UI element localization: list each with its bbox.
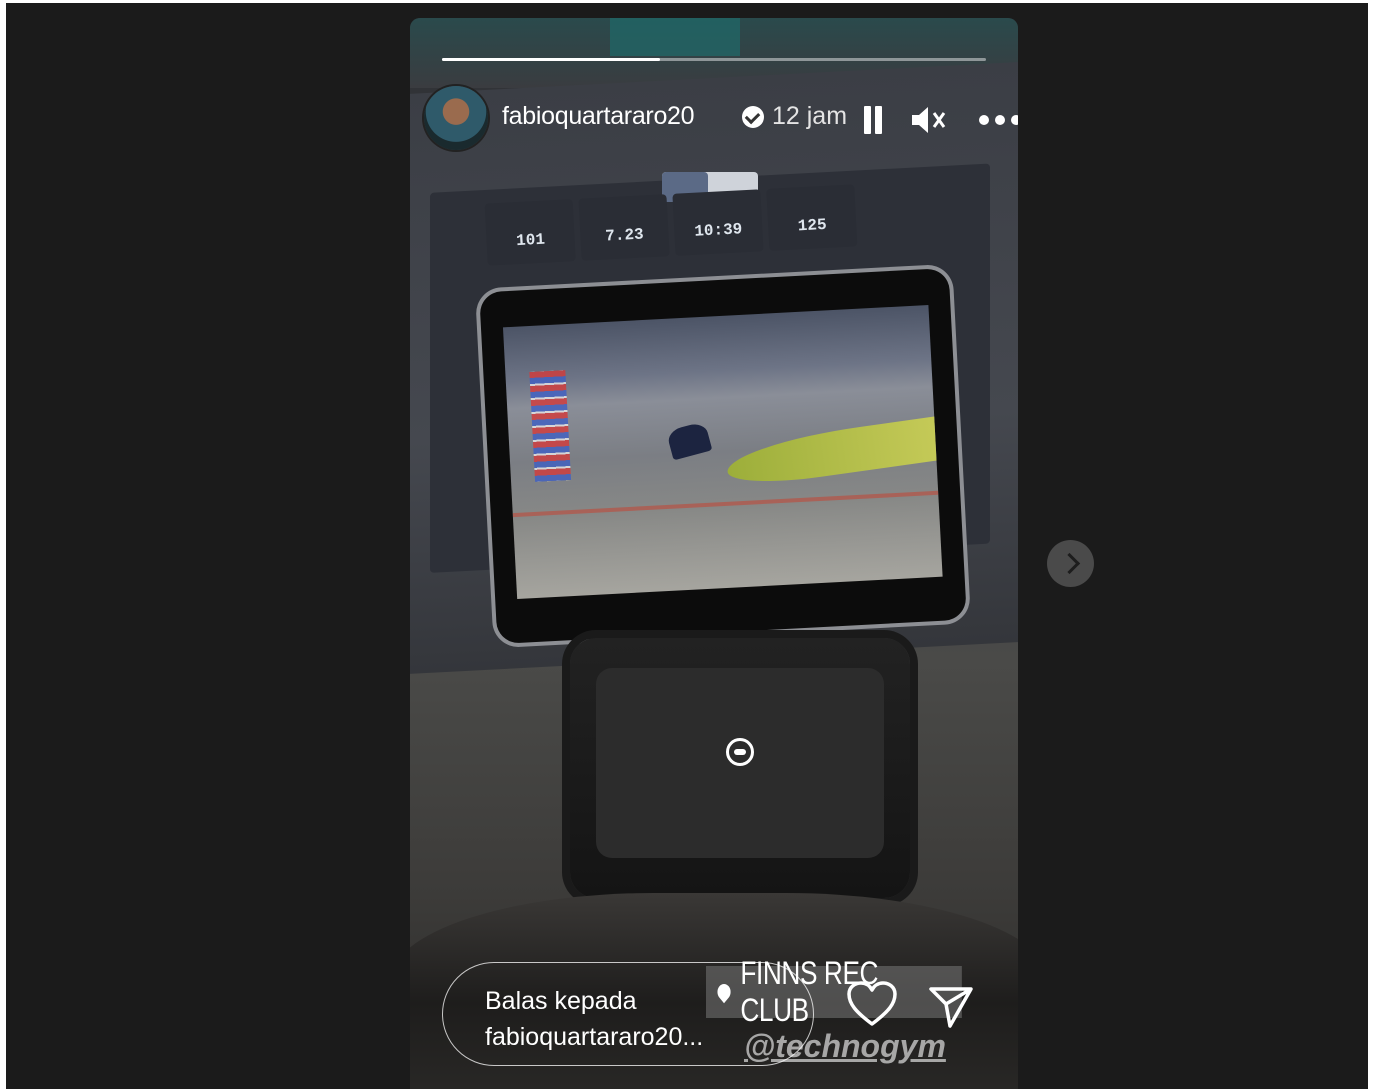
verified-badge-icon xyxy=(742,106,764,128)
send-icon[interactable] xyxy=(928,984,974,1030)
storage-tray-inner xyxy=(596,668,884,858)
speaker-muted-icon[interactable] xyxy=(908,102,948,138)
track-kerb xyxy=(512,490,939,518)
story-timestamp: 12 jam xyxy=(772,102,848,130)
heart-icon[interactable] xyxy=(846,980,898,1028)
avatar[interactable] xyxy=(424,86,488,150)
story-progress-fill xyxy=(442,58,660,61)
story-progress-bar xyxy=(442,58,986,61)
tray-logo-icon xyxy=(726,738,754,766)
reply-input[interactable]: Balas kepada fabioquartararo20... xyxy=(442,962,814,1066)
console-stat: 7.23 xyxy=(578,194,670,261)
story-viewer[interactable]: 101 7.23 10:39 125 fabioquartararo20 12 … xyxy=(410,18,1018,1089)
console-stat: 101 xyxy=(484,199,576,266)
console-stat: 125 xyxy=(766,184,858,251)
reply-placeholder-line2: fabioquartararo20... xyxy=(485,1023,704,1051)
pause-icon[interactable] xyxy=(862,106,884,134)
more-horizontal-icon[interactable] xyxy=(978,106,1018,132)
track-grass xyxy=(724,414,943,490)
motorbike-rider xyxy=(665,421,713,461)
tablet-race-broadcast xyxy=(502,305,943,599)
story-username[interactable]: fabioquartararo20 xyxy=(502,102,695,131)
story-photo-storage-tray xyxy=(570,638,910,898)
ceiling-fixture xyxy=(610,18,740,56)
race-leaderboard xyxy=(529,370,572,482)
story-header: fabioquartararo20 12 jam xyxy=(424,84,1018,152)
story-photo-tablet xyxy=(479,267,967,645)
reply-placeholder-line1: Balas kepada xyxy=(485,987,637,1015)
console-stat: 10:39 xyxy=(672,189,764,256)
next-story-button[interactable] xyxy=(1047,540,1094,587)
